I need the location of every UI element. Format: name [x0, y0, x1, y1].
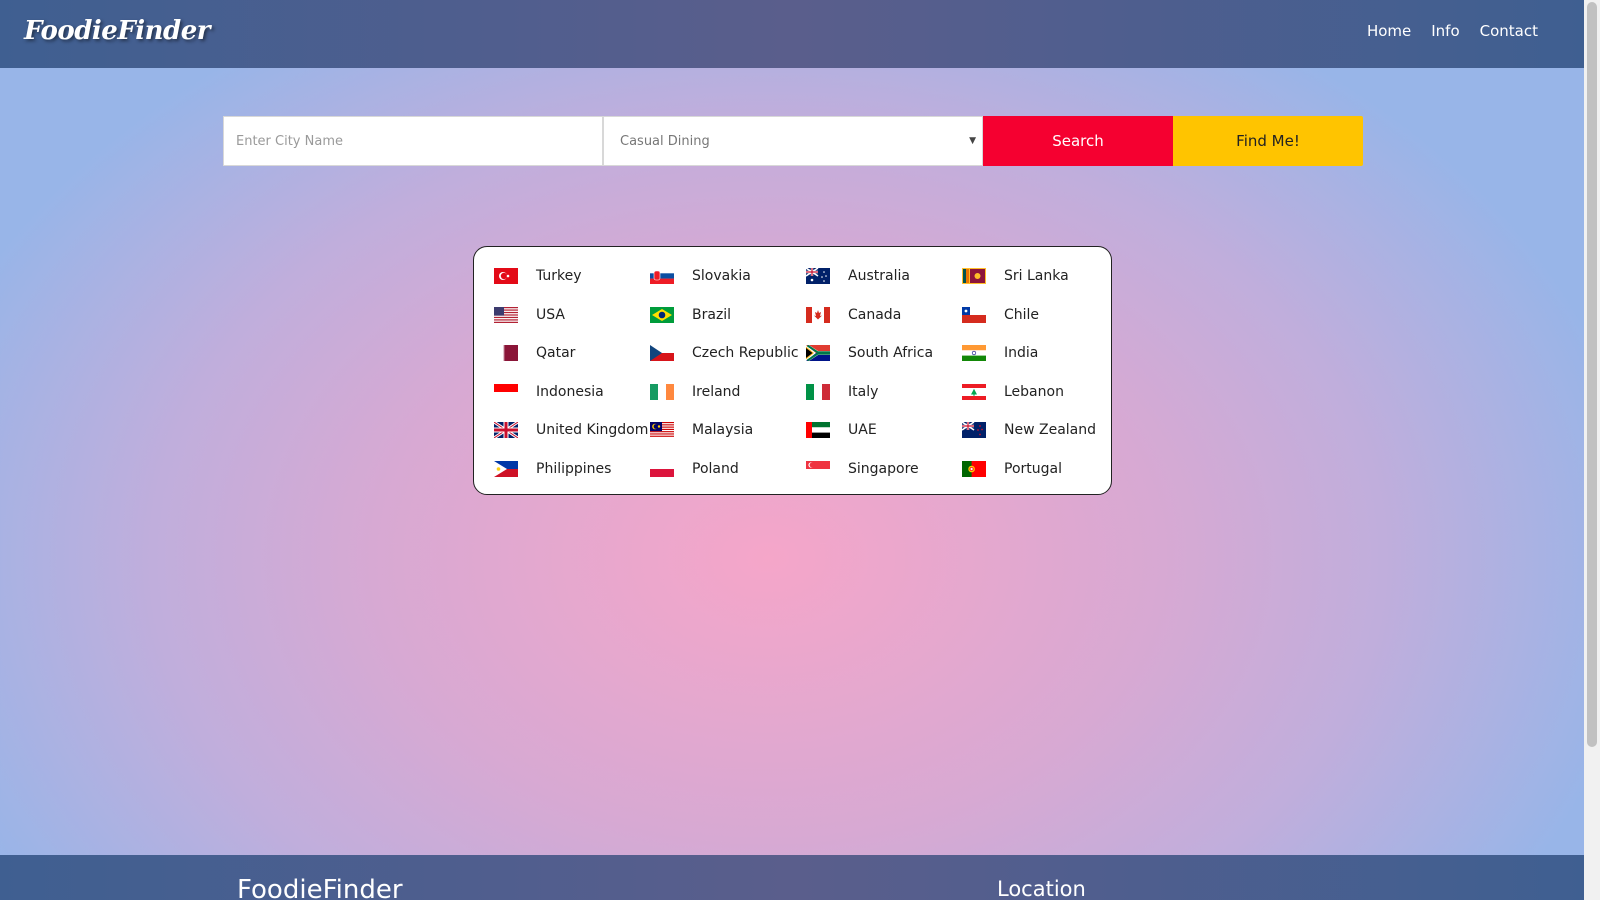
city-name-input[interactable] [223, 116, 603, 166]
country-label: Czech Republic [692, 345, 799, 362]
country-label: Ireland [692, 383, 741, 400]
sri-lanka-flag-icon [962, 268, 986, 285]
country-item-indonesia[interactable]: Indonesia [494, 373, 650, 412]
new-zealand-flag-icon [962, 422, 986, 439]
country-label: Qatar [536, 345, 576, 362]
country-item-canada[interactable]: Canada [806, 296, 962, 335]
footer-brand: FoodieFinder [237, 875, 403, 900]
country-item-india[interactable]: India [962, 334, 1118, 373]
country-item-united-kingdom[interactable]: United Kingdom [494, 411, 650, 450]
country-label: Singapore [848, 460, 919, 477]
lebanon-flag-icon [962, 383, 986, 400]
country-label: Turkey [536, 268, 582, 285]
slovakia-flag-icon [650, 268, 674, 285]
south-africa-flag-icon [806, 345, 830, 362]
czech-republic-flag-icon [650, 345, 674, 362]
country-label: Slovakia [692, 268, 751, 285]
country-label: New Zealand [1004, 422, 1096, 439]
country-label: Sri Lanka [1004, 268, 1069, 285]
country-item-uae[interactable]: UAE [806, 411, 962, 450]
country-label: Italy [848, 383, 879, 400]
usa-flag-icon [494, 306, 518, 323]
country-item-usa[interactable]: USA [494, 296, 650, 335]
country-label: Philippines [536, 460, 612, 477]
top-navbar: FoodieFinder Home Info Contact [0, 0, 1584, 68]
malaysia-flag-icon [650, 422, 674, 439]
country-label: UAE [848, 422, 877, 439]
qatar-flag-icon [494, 345, 518, 362]
turkey-flag-icon [494, 268, 518, 285]
cuisine-select-value: Casual Dining [620, 133, 710, 149]
nav-home-link[interactable]: Home [1367, 22, 1411, 40]
search-button[interactable]: Search [983, 116, 1173, 166]
indonesia-flag-icon [494, 383, 518, 400]
country-label: Portugal [1004, 460, 1062, 477]
country-item-singapore[interactable]: Singapore [806, 450, 962, 489]
country-item-portugal[interactable]: Portugal [962, 450, 1118, 489]
nav-contact-link[interactable]: Contact [1480, 22, 1538, 40]
search-bar: Casual Dining ▼ Search Find Me! [223, 116, 1363, 166]
country-label: Malaysia [692, 422, 754, 439]
singapore-flag-icon [806, 460, 830, 477]
logo[interactable]: FoodieFinder [24, 16, 210, 46]
country-item-brazil[interactable]: Brazil [650, 296, 806, 335]
country-label: Lebanon [1004, 383, 1064, 400]
poland-flag-icon [650, 460, 674, 477]
brazil-flag-icon [650, 306, 674, 323]
country-label: USA [536, 306, 565, 323]
country-label: Indonesia [536, 383, 604, 400]
find-me-button[interactable]: Find Me! [1173, 116, 1363, 166]
country-label: Brazil [692, 306, 732, 323]
footer-location-heading: Location [997, 877, 1086, 900]
country-item-philippines[interactable]: Philippines [494, 450, 650, 489]
country-item-italy[interactable]: Italy [806, 373, 962, 412]
country-item-south-africa[interactable]: South Africa [806, 334, 962, 373]
chevron-down-icon: ▼ [969, 136, 976, 146]
country-item-chile[interactable]: Chile [962, 296, 1118, 335]
country-item-turkey[interactable]: Turkey [494, 257, 650, 296]
country-label: United Kingdom [536, 422, 649, 439]
canada-flag-icon [806, 306, 830, 323]
country-label: Poland [692, 460, 739, 477]
portugal-flag-icon [962, 460, 986, 477]
country-label: South Africa [848, 345, 934, 362]
country-item-sri-lanka[interactable]: Sri Lanka [962, 257, 1118, 296]
country-item-slovakia[interactable]: Slovakia [650, 257, 806, 296]
country-label: Australia [848, 268, 910, 285]
country-item-new-zealand[interactable]: New Zealand [962, 411, 1118, 450]
nav-info-link[interactable]: Info [1431, 22, 1459, 40]
scrollbar-thumb[interactable] [1587, 2, 1597, 747]
uae-flag-icon [806, 422, 830, 439]
country-label: Chile [1004, 306, 1040, 323]
country-item-poland[interactable]: Poland [650, 450, 806, 489]
australia-flag-icon [806, 268, 830, 285]
country-item-lebanon[interactable]: Lebanon [962, 373, 1118, 412]
country-item-qatar[interactable]: Qatar [494, 334, 650, 373]
united-kingdom-flag-icon [494, 422, 518, 439]
country-grid: Turkey Slovakia Australia Sri Lanka USA … [494, 257, 1111, 488]
italy-flag-icon [806, 383, 830, 400]
ireland-flag-icon [650, 383, 674, 400]
chile-flag-icon [962, 306, 986, 323]
footer: FoodieFinder Location [0, 855, 1584, 900]
country-item-australia[interactable]: Australia [806, 257, 962, 296]
country-label: Canada [848, 306, 902, 323]
nav-links: Home Info Contact [1367, 22, 1538, 40]
country-item-malaysia[interactable]: Malaysia [650, 411, 806, 450]
india-flag-icon [962, 345, 986, 362]
page-scrollbar[interactable] [1584, 0, 1600, 900]
cuisine-select[interactable]: Casual Dining ▼ [603, 116, 983, 166]
country-label: India [1004, 345, 1039, 362]
country-item-ireland[interactable]: Ireland [650, 373, 806, 412]
country-item-czech-republic[interactable]: Czech Republic [650, 334, 806, 373]
country-list: Turkey Slovakia Australia Sri Lanka USA … [473, 246, 1112, 495]
philippines-flag-icon [494, 460, 518, 477]
